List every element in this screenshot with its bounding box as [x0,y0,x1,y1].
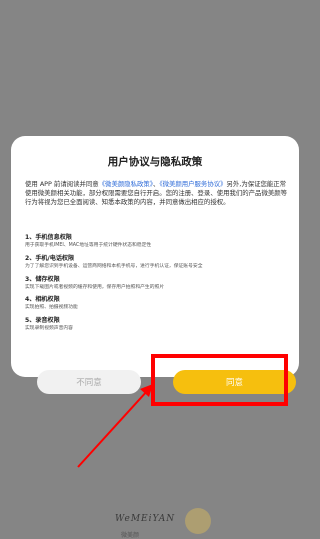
privacy-dialog: 用户协议与隐私政策 使用 APP 前请阅读并同意《微美颜隐私政策》、《微美颜用户… [11,136,299,394]
privacy-policy-link[interactable]: 《微美颜隐私政策》 [99,180,153,188]
intro-prefix: 使用 APP 前请阅读并同意 [25,180,99,188]
annotation-highlight-box [151,354,288,406]
dialog-title: 用户协议与隐私政策 [107,156,203,168]
permission-title: 2、手机/电话权限 [25,254,75,262]
permission-title: 4、相机权限 [25,296,60,304]
permission-desc: 实现下载图片或者视频的缓存和使用，保存用户拍照和产生的照片 [25,284,165,290]
permission-desc: 实现拍照、拍摄视频功能 [25,305,78,311]
logo-circle-icon [185,508,211,534]
disagree-button[interactable]: 不同意 [37,370,141,394]
dialog-intro: 使用 APP 前请阅读并同意《微美颜隐私政策》、《微美颜用户服务协议》另外,为保… [25,180,287,208]
permission-title: 3、储存权限 [25,275,60,283]
app-logo: WeMEiYAN 微美颜 [115,508,235,539]
permission-item: 2、手机/电话权限 为了了解您识到手机设备、运营商网络和本机手机号，进行手机认证… [25,255,287,270]
permission-title: 1、手机信息权限 [25,234,72,241]
logo-text: WeMEiYAN [115,514,176,524]
permission-item: 5、录音权限 实现录制视频声音内容 [25,317,287,332]
permission-item: 3、储存权限 实现下载图片或者视频的缓存和使用，保存用户拍照和产生的照片 [25,276,287,291]
logo-subtitle: 微美颜 [121,532,140,539]
permission-item: 4、相机权限 实现拍照、拍摄视频功能 [25,296,287,311]
permission-desc: 用于获取手机IMEI、MAC地址等用于统计硬件状态和稳定性 [25,243,152,248]
service-agreement-link[interactable]: 《微美颜用户服务协议》 [159,180,226,188]
permission-desc: 实现录制视频声音内容 [25,326,73,332]
permission-item: 1、手机信息权限 用于获取手机IMEI、MAC地址等用于统计硬件状态和稳定性 [25,234,287,249]
permission-list: 1、手机信息权限 用于获取手机IMEI、MAC地址等用于统计硬件状态和稳定性 2… [25,234,287,338]
permission-title: 5、录音权限 [25,317,60,325]
permission-desc: 为了了解您识到手机设备、运营商网络和本机手机号，进行手机认证，保证账号安全 [25,263,203,269]
